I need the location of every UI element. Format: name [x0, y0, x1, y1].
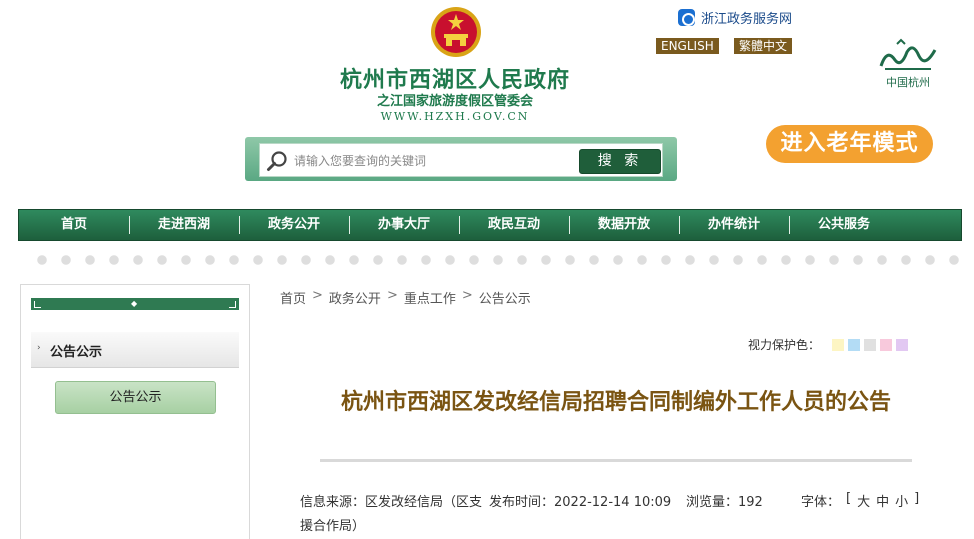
vision-protection-colors: 视力保护色： — [748, 336, 909, 353]
nav-item-open-data[interactable]: 数据开放 — [569, 209, 679, 241]
nav-item-public-service[interactable]: 公共服务 — [789, 209, 899, 241]
font-size-bracket-open: [ — [846, 491, 852, 506]
nav-item-gov-affairs[interactable]: 政务公开 — [239, 209, 349, 241]
source-label: 信息来源： — [300, 495, 366, 510]
dotted-divider — [30, 255, 960, 265]
article-views: 浏览量：192 — [686, 491, 763, 510]
hangzhou-logo-text: 中国杭州 — [886, 76, 930, 89]
publish-time-label: 发布时间： — [489, 495, 555, 510]
font-size-label: 字体： — [801, 495, 841, 510]
font-size-small[interactable]: 小 — [895, 491, 908, 510]
nav-item-about-xihu[interactable]: 走进西湖 — [129, 209, 239, 241]
sidebar-banner-ornament-icon: ◆ — [131, 299, 138, 308]
color-swatch-purple[interactable] — [896, 338, 909, 351]
nav-item-home[interactable]: 首页 — [19, 209, 129, 241]
article-source: 信息来源：区发改经信局（区支援合作局） — [300, 491, 486, 539]
breadcrumb: 首页 > 政务公开 > 重点工作 > 公告公示 — [280, 288, 531, 307]
color-swatch-yellow[interactable] — [832, 338, 845, 351]
publish-time-value: 2022-12-14 10:09 — [554, 495, 672, 510]
traditional-chinese-link[interactable]: 繁體中文 — [734, 38, 793, 54]
search-icon — [267, 151, 287, 171]
breadcrumb-separator: > — [461, 288, 473, 303]
color-swatch-blue[interactable] — [848, 338, 861, 351]
sidebar-heading-label: 公告公示 — [50, 345, 103, 360]
font-size-bracket-close: ] — [914, 491, 920, 506]
breadcrumb-gov-affairs[interactable]: 政务公开 — [329, 288, 381, 307]
hangzhou-logo-icon — [879, 38, 937, 70]
sidebar-item-announcements[interactable]: 公告公示 — [55, 381, 216, 414]
font-size-large[interactable]: 大 — [857, 491, 870, 510]
views-label: 浏览量： — [686, 495, 739, 510]
zj-portal-link[interactable]: 浙江政务服务网 — [678, 8, 792, 27]
article-title: 杭州市西湖区发改经信局招聘合同制编外工作人员的公告 — [340, 389, 891, 415]
national-emblem-icon — [431, 7, 481, 57]
views-value: 192 — [738, 495, 763, 510]
elder-mode-button[interactable]: 进入老年模式 — [766, 125, 933, 163]
breadcrumb-home[interactable]: 首页 — [280, 288, 306, 307]
main-nav: 首页 走进西湖 政务公开 办事大厅 政民互动 数据开放 办件统计 公共服务 — [18, 209, 962, 241]
nav-item-statistics[interactable]: 办件统计 — [679, 209, 789, 241]
chevron-right-icon: › — [37, 343, 41, 353]
site-url: WWW.HZXH.GOV.CN — [380, 110, 530, 123]
zj-portal-icon — [678, 9, 695, 26]
nav-item-service-hall[interactable]: 办事大厅 — [349, 209, 459, 241]
article-publish-time: 发布时间：2022-12-14 10:09 — [489, 491, 671, 510]
breadcrumb-separator: > — [386, 288, 398, 303]
search-field-wrapper: 搜 索 — [259, 143, 663, 177]
color-swatch-gray[interactable] — [864, 338, 877, 351]
color-swatch-pink[interactable] — [880, 338, 893, 351]
font-size-medium[interactable]: 中 — [876, 491, 889, 510]
hangzhou-logo: 中国杭州 — [872, 38, 944, 90]
font-size-control: 字体： [ 大 中 小 ] — [801, 491, 919, 510]
zj-portal-label: 浙江政务服务网 — [701, 12, 793, 27]
search-input[interactable] — [294, 151, 564, 171]
title-divider — [320, 459, 912, 462]
search-box: 搜 索 — [245, 137, 677, 181]
breadcrumb-key-work[interactable]: 重点工作 — [404, 288, 456, 307]
search-button[interactable]: 搜 索 — [579, 149, 661, 174]
sidebar-banner: ◆ — [31, 298, 239, 310]
breadcrumb-separator: > — [312, 288, 323, 303]
english-link[interactable]: ENGLISH — [656, 38, 719, 54]
vision-protection-label: 视力保护色： — [748, 338, 821, 352]
breadcrumb-announcements[interactable]: 公告公示 — [479, 288, 531, 307]
site-subtitle: 之江国家旅游度假区管委会 — [376, 94, 533, 109]
sidebar: ◆ › 公告公示 公告公示 — [20, 284, 250, 539]
nav-item-interaction[interactable]: 政民互动 — [459, 209, 569, 241]
sidebar-heading[interactable]: › 公告公示 — [31, 332, 239, 368]
